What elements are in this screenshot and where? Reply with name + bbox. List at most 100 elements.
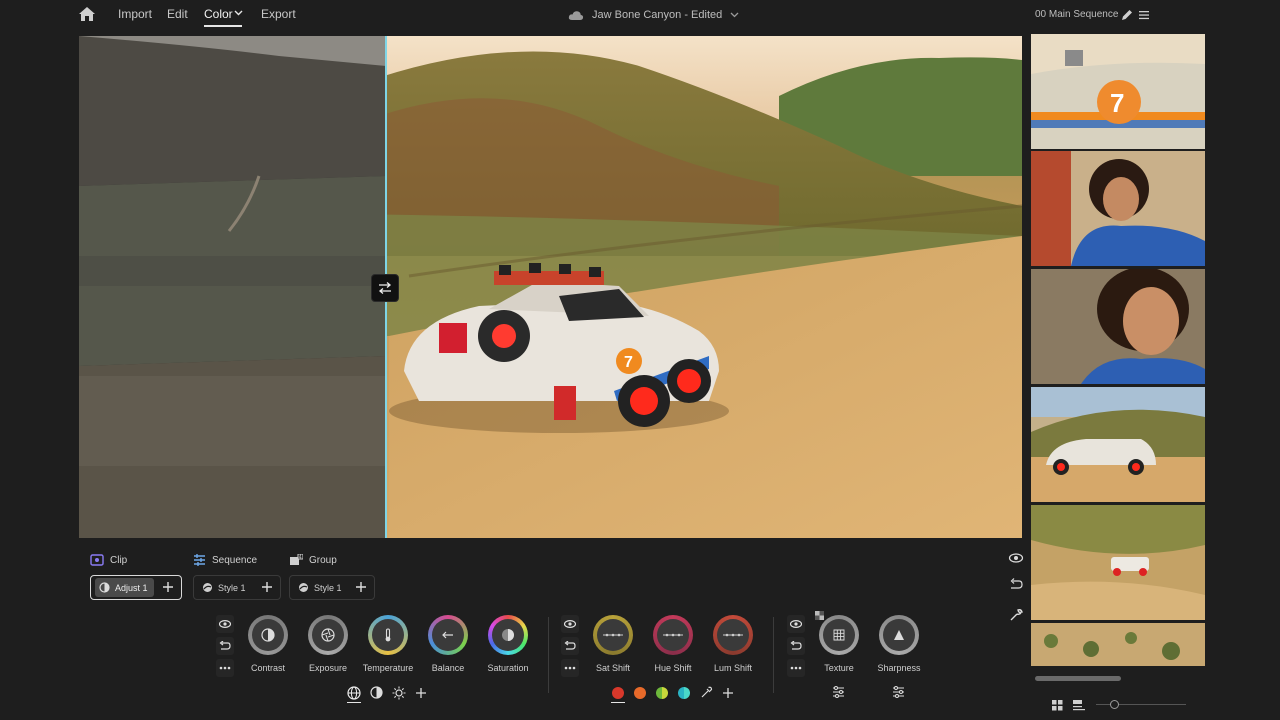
clip-layer-group: Adjust 1 [90, 575, 182, 600]
wrench-icon[interactable] [1008, 607, 1024, 623]
reset-button[interactable] [787, 637, 805, 655]
svg-text:4: 4 [299, 554, 302, 560]
active-mode-underline [347, 702, 361, 703]
sharpness-label: Sharpness [877, 663, 921, 673]
style-layer-icon [203, 583, 212, 592]
exposure-knob[interactable] [308, 615, 348, 655]
chevron-down-icon [730, 12, 739, 18]
more-icon [219, 666, 231, 670]
sharpness-knob[interactable] [879, 615, 919, 655]
thumbnail-2[interactable] [1031, 151, 1205, 266]
adjust-layer-icon [99, 582, 110, 593]
color-dot-red[interactable] [612, 687, 624, 699]
woman-portrait [1031, 269, 1205, 384]
saturation-knob[interactable] [488, 615, 528, 655]
layer-chip-adjust-1[interactable]: Adjust 1 [95, 578, 154, 597]
tab-group[interactable]: 4 Group [290, 552, 337, 568]
layer-chip-style-1-group[interactable]: Style 1 [294, 578, 348, 597]
hue-shift-knob[interactable] [653, 615, 693, 655]
sliders-settings-icon[interactable] [832, 686, 845, 698]
style-layer-icon [299, 583, 308, 592]
section-divider [548, 617, 549, 693]
sliders-settings-icon[interactable] [892, 686, 905, 698]
menu-icon[interactable] [1138, 9, 1150, 21]
rally-car-side [1031, 387, 1205, 502]
group-icon: 4 [290, 554, 303, 565]
visibility-toggle[interactable] [216, 615, 234, 633]
active-tab-underline [204, 25, 242, 27]
thermometer-icon [385, 628, 391, 642]
visibility-toggle[interactable] [561, 615, 579, 633]
eye-icon [219, 620, 231, 628]
thumbnail-5[interactable] [1031, 505, 1205, 620]
menu-export[interactable]: Export [261, 7, 296, 21]
split-handle[interactable] [371, 274, 399, 302]
sequence-icon [194, 554, 205, 566]
reset-button[interactable] [561, 637, 579, 655]
reset-button[interactable] [216, 637, 234, 655]
globe-icon[interactable] [347, 686, 361, 700]
texture-knob[interactable] [819, 615, 859, 655]
project-title-dropdown[interactable]: Jaw Bone Canyon - Edited [568, 6, 739, 24]
menu-edit[interactable]: Edit [167, 7, 188, 21]
video-viewer[interactable]: 7 [79, 36, 1022, 538]
color-dot-cyan[interactable] [678, 687, 690, 699]
add-layer-icon[interactable] [354, 580, 368, 594]
contrast-knob[interactable] [248, 615, 288, 655]
lum-shift-knob[interactable] [713, 615, 753, 655]
thumbnail-1[interactable]: 7 [1031, 34, 1205, 149]
sun-icon[interactable] [392, 686, 406, 700]
sequence-name: 00 Main Sequence [1035, 9, 1119, 20]
add-icon[interactable] [722, 687, 734, 699]
tab-clip[interactable]: Clip [90, 552, 127, 568]
slider-line-icon [603, 633, 623, 637]
undo-icon [219, 641, 231, 650]
eye-icon [790, 620, 802, 628]
color-dot-green[interactable] [656, 687, 668, 699]
menu-color[interactable]: Color [204, 7, 233, 21]
add-icon[interactable] [415, 687, 427, 699]
more-options-button[interactable] [216, 659, 234, 677]
balance-knob[interactable] [428, 615, 468, 655]
tab-sequence[interactable]: Sequence [193, 552, 257, 568]
swap-arrows-icon [378, 282, 392, 294]
chevron-down-icon[interactable] [234, 10, 243, 16]
home-icon[interactable] [78, 6, 96, 22]
texture-checker-icon [815, 611, 824, 620]
temperature-knob[interactable] [368, 615, 408, 655]
eyedropper-icon[interactable] [700, 686, 713, 699]
thumbnail-3[interactable] [1031, 269, 1205, 384]
slider-line-icon [663, 633, 683, 637]
arrow-left-icon [442, 631, 453, 639]
undo-icon[interactable] [1008, 576, 1024, 592]
grid-view-icon[interactable] [1052, 700, 1063, 711]
add-layer-icon[interactable] [161, 580, 175, 594]
rally-car-dunes [1031, 505, 1205, 620]
more-options-button[interactable] [561, 659, 579, 677]
desert-rally-car-frame: 7 [79, 36, 1022, 538]
contrast-mode-icon[interactable] [370, 686, 383, 699]
cloud-icon [568, 10, 584, 20]
more-options-button[interactable] [787, 659, 805, 677]
list-view-icon[interactable] [1073, 699, 1085, 711]
woman-driver [1031, 151, 1205, 266]
layer-chip-style-1[interactable]: Style 1 [198, 578, 252, 597]
active-color-underline [611, 702, 625, 703]
thumbnail-6[interactable] [1031, 623, 1205, 666]
sat-shift-knob[interactable] [593, 615, 633, 655]
slider-line-icon [723, 633, 743, 637]
eye-icon[interactable] [1008, 550, 1024, 566]
menu-import[interactable]: Import [118, 7, 152, 21]
zoom-slider-knob[interactable] [1110, 700, 1119, 709]
filmstrip-scrollbar[interactable] [1035, 676, 1121, 681]
saturation-label: Saturation [487, 663, 529, 673]
saturation-icon [502, 629, 514, 641]
visibility-toggle[interactable] [787, 615, 805, 633]
group-layer-group: Style 1 [289, 575, 375, 600]
more-icon [564, 666, 576, 670]
add-layer-icon[interactable] [260, 580, 274, 594]
pencil-icon[interactable] [1120, 8, 1134, 22]
svg-text:7: 7 [1110, 88, 1124, 118]
color-dot-orange[interactable] [634, 687, 646, 699]
thumbnail-4[interactable] [1031, 387, 1205, 502]
